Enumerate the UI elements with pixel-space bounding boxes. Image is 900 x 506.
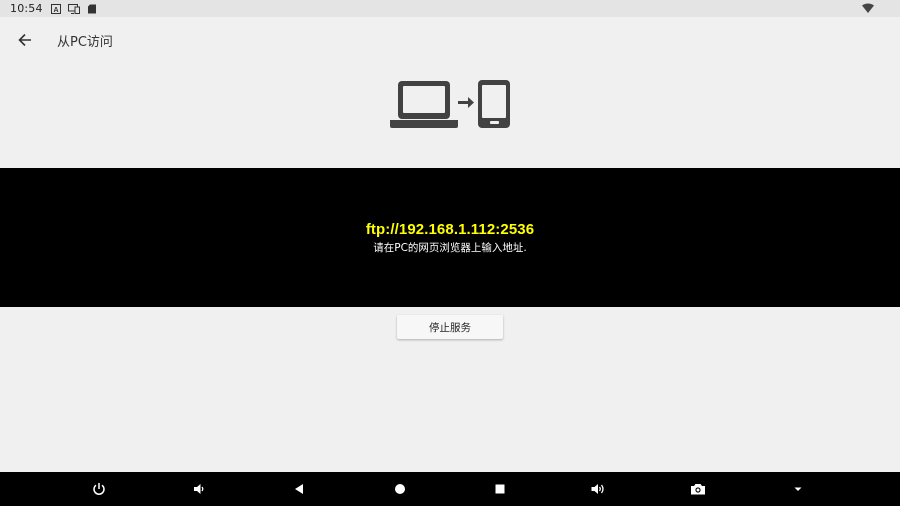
home-circle-icon [395, 484, 405, 494]
screenshot-button[interactable] [688, 479, 708, 499]
ftp-info-panel: ftp://192.168.1.112:2536 请在PC的网页浏览器上输入地址… [0, 168, 900, 307]
power-button[interactable] [89, 479, 109, 499]
home-button[interactable] [390, 479, 410, 499]
volume-down-icon [194, 484, 204, 494]
back-triangle-icon [295, 484, 303, 494]
arrow-right-icon [458, 97, 474, 108]
recents-square-icon [495, 484, 505, 494]
recents-button[interactable] [490, 479, 510, 499]
page-title: 从PC访问 [57, 35, 113, 50]
navigation-bar [0, 472, 900, 506]
ftp-address: ftp://192.168.1.112:2536 [365, 221, 535, 238]
volume-down-button[interactable] [189, 479, 209, 499]
volume-up-icon [591, 484, 604, 494]
stop-service-button[interactable]: 停止服务 [397, 315, 503, 339]
app-bar: 从PC访问 [0, 17, 900, 63]
power-icon [93, 483, 105, 495]
volume-up-button[interactable] [588, 479, 608, 499]
ftp-hint: 请在PC的网页浏览器上输入地址. [373, 242, 527, 254]
more-button[interactable] [788, 479, 808, 499]
sd-card-icon [87, 4, 96, 13]
keyboard-a-icon: A [50, 3, 61, 14]
phone-icon [478, 80, 510, 128]
svg-text:A: A [53, 7, 58, 14]
wifi-icon [862, 3, 874, 13]
status-time: 10:54 [10, 2, 43, 15]
back-button[interactable] [14, 29, 36, 51]
camera-icon [691, 484, 705, 495]
laptop-icon [390, 81, 458, 128]
arrow-left-icon [18, 33, 31, 47]
screen-cast-icon [67, 3, 80, 14]
back-nav-button[interactable] [289, 479, 309, 499]
screen: 10:54 A 从PC访问 ftp://192.168.1.112:2536 请… [0, 0, 900, 506]
pc-to-phone-illustration [390, 80, 510, 128]
status-bar: 10:54 A [0, 0, 900, 17]
dropdown-caret-icon [794, 487, 802, 491]
